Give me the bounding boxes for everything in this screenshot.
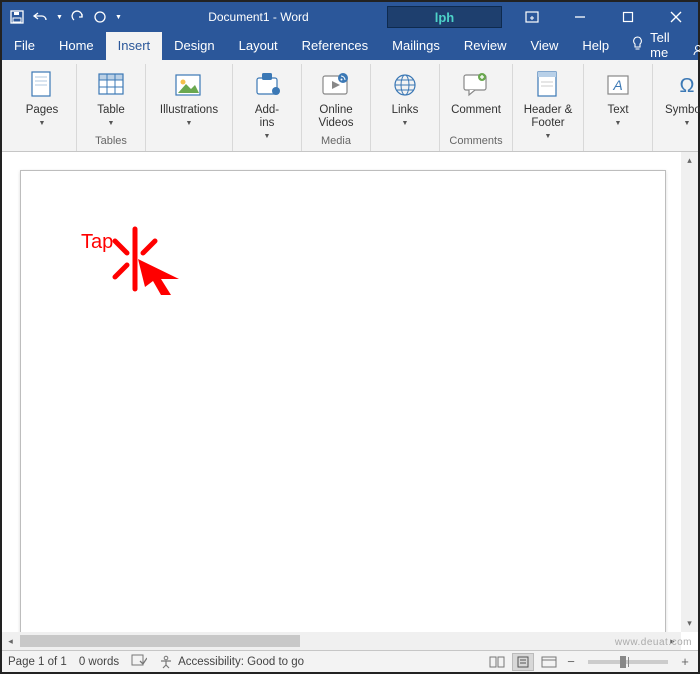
accessibility-button[interactable]: Accessibility: Good to go — [159, 655, 304, 669]
print-layout-button[interactable] — [512, 653, 534, 671]
vertical-scrollbar[interactable]: ▴ ▾ — [681, 152, 698, 632]
ribbon-insert: Pages▼ Table▼ Tables Illustrations▼ Add-… — [2, 60, 698, 152]
document-page[interactable]: Tap — [20, 170, 666, 636]
pages-icon — [26, 69, 58, 101]
scroll-up-icon[interactable]: ▴ — [681, 152, 698, 169]
window-title: Document1 - Word — [130, 10, 387, 24]
title-bar: ▼ ▼ Document1 - Word lph — [2, 2, 698, 32]
table-icon — [95, 69, 127, 101]
undo-dropdown[interactable]: ▼ — [56, 14, 63, 21]
ribbon-display-options-icon[interactable] — [510, 2, 554, 32]
group-label-comments: Comments — [449, 135, 502, 151]
pages-button[interactable]: Pages▼ — [14, 64, 70, 131]
zoom-in-button[interactable]: + — [678, 654, 692, 669]
title-right: lph — [387, 2, 698, 32]
tell-me-label: Tell me — [650, 30, 670, 60]
group-media: Online Videos Media — [302, 64, 371, 151]
text-button[interactable]: A Text▼ — [590, 64, 646, 131]
group-text: A Text▼ — [584, 64, 653, 151]
zoom-out-button[interactable]: − — [564, 654, 578, 669]
tab-file[interactable]: File — [2, 32, 47, 60]
header-footer-button[interactable]: Header & Footer▼ — [519, 64, 577, 144]
qat-dropdown[interactable]: ▼ — [115, 14, 122, 21]
spellcheck-icon[interactable] — [131, 653, 147, 670]
horizontal-scrollbar[interactable]: ◂ ▸ — [2, 632, 681, 650]
header-footer-icon — [532, 69, 564, 101]
tab-view[interactable]: View — [518, 32, 570, 60]
zoom-slider[interactable] — [588, 660, 668, 664]
group-illustrations: Illustrations▼ — [146, 64, 233, 151]
links-button[interactable]: Links▼ — [377, 64, 433, 131]
click-cursor-icon — [105, 223, 195, 303]
close-button[interactable] — [654, 2, 698, 32]
quick-access-toolbar: ▼ ▼ — [2, 10, 130, 24]
status-words[interactable]: 0 words — [79, 656, 119, 668]
ribbon-tabs: File Home Insert Design Layout Reference… — [2, 32, 698, 60]
links-icon — [389, 69, 421, 101]
scroll-right-icon[interactable]: ▸ — [664, 632, 681, 650]
undo-icon[interactable] — [32, 10, 48, 24]
svg-text:A: A — [612, 77, 622, 93]
group-label-media: Media — [321, 135, 351, 151]
status-page[interactable]: Page 1 of 1 — [8, 656, 67, 668]
tab-layout[interactable]: Layout — [227, 32, 290, 60]
illustrations-icon — [173, 69, 205, 101]
document-area: Tap ▴ ▾ ◂ ▸ — [2, 152, 698, 650]
status-bar: Page 1 of 1 0 words Accessibility: Good … — [2, 650, 698, 672]
read-mode-button[interactable] — [486, 653, 508, 671]
redo-icon[interactable] — [71, 10, 85, 24]
tab-home[interactable]: Home — [47, 32, 106, 60]
comment-icon — [460, 69, 492, 101]
group-header-footer: Header & Footer▼ — [513, 64, 584, 151]
touch-mode-icon[interactable] — [93, 10, 107, 24]
group-pages: Pages▼ — [8, 64, 77, 151]
text-icon: A — [602, 69, 634, 101]
tell-me-search[interactable]: Tell me — [621, 30, 680, 60]
share-button[interactable]: Share — [680, 43, 700, 60]
tab-mailings[interactable]: Mailings — [380, 32, 452, 60]
accessibility-icon — [159, 655, 173, 669]
symbols-icon: Ω — [671, 69, 700, 101]
minimize-button[interactable] — [558, 2, 602, 32]
online-videos-icon — [320, 69, 352, 101]
group-symbols: Ω Symbols▼ — [653, 64, 700, 151]
user-account-badge[interactable]: lph — [387, 6, 502, 28]
share-icon — [692, 43, 700, 60]
group-label-tables: Tables — [95, 135, 127, 151]
addins-icon — [251, 69, 283, 101]
group-addins: Add- ins▼ — [233, 64, 302, 151]
online-videos-button[interactable]: Online Videos — [308, 64, 364, 131]
addins-button[interactable]: Add- ins▼ — [239, 64, 295, 144]
illustrations-button[interactable]: Illustrations▼ — [152, 64, 226, 131]
lightbulb-icon — [631, 36, 644, 54]
maximize-button[interactable] — [606, 2, 650, 32]
scroll-down-icon[interactable]: ▾ — [681, 615, 698, 632]
svg-text:Ω: Ω — [680, 75, 695, 97]
group-comments: Comment Comments — [440, 64, 513, 151]
tab-references[interactable]: References — [290, 32, 380, 60]
tab-help[interactable]: Help — [570, 32, 621, 60]
group-tables: Table▼ Tables — [77, 64, 146, 151]
tab-review[interactable]: Review — [452, 32, 519, 60]
symbols-button[interactable]: Ω Symbols▼ — [659, 64, 700, 131]
group-links: Links▼ — [371, 64, 440, 151]
table-button[interactable]: Table▼ — [83, 64, 139, 131]
horizontal-scrollbar-thumb[interactable] — [20, 635, 300, 647]
scroll-left-icon[interactable]: ◂ — [2, 632, 19, 650]
tab-insert[interactable]: Insert — [106, 32, 163, 60]
web-layout-button[interactable] — [538, 653, 560, 671]
save-icon[interactable] — [10, 10, 24, 24]
tab-design[interactable]: Design — [162, 32, 226, 60]
comment-button[interactable]: Comment — [446, 64, 506, 131]
